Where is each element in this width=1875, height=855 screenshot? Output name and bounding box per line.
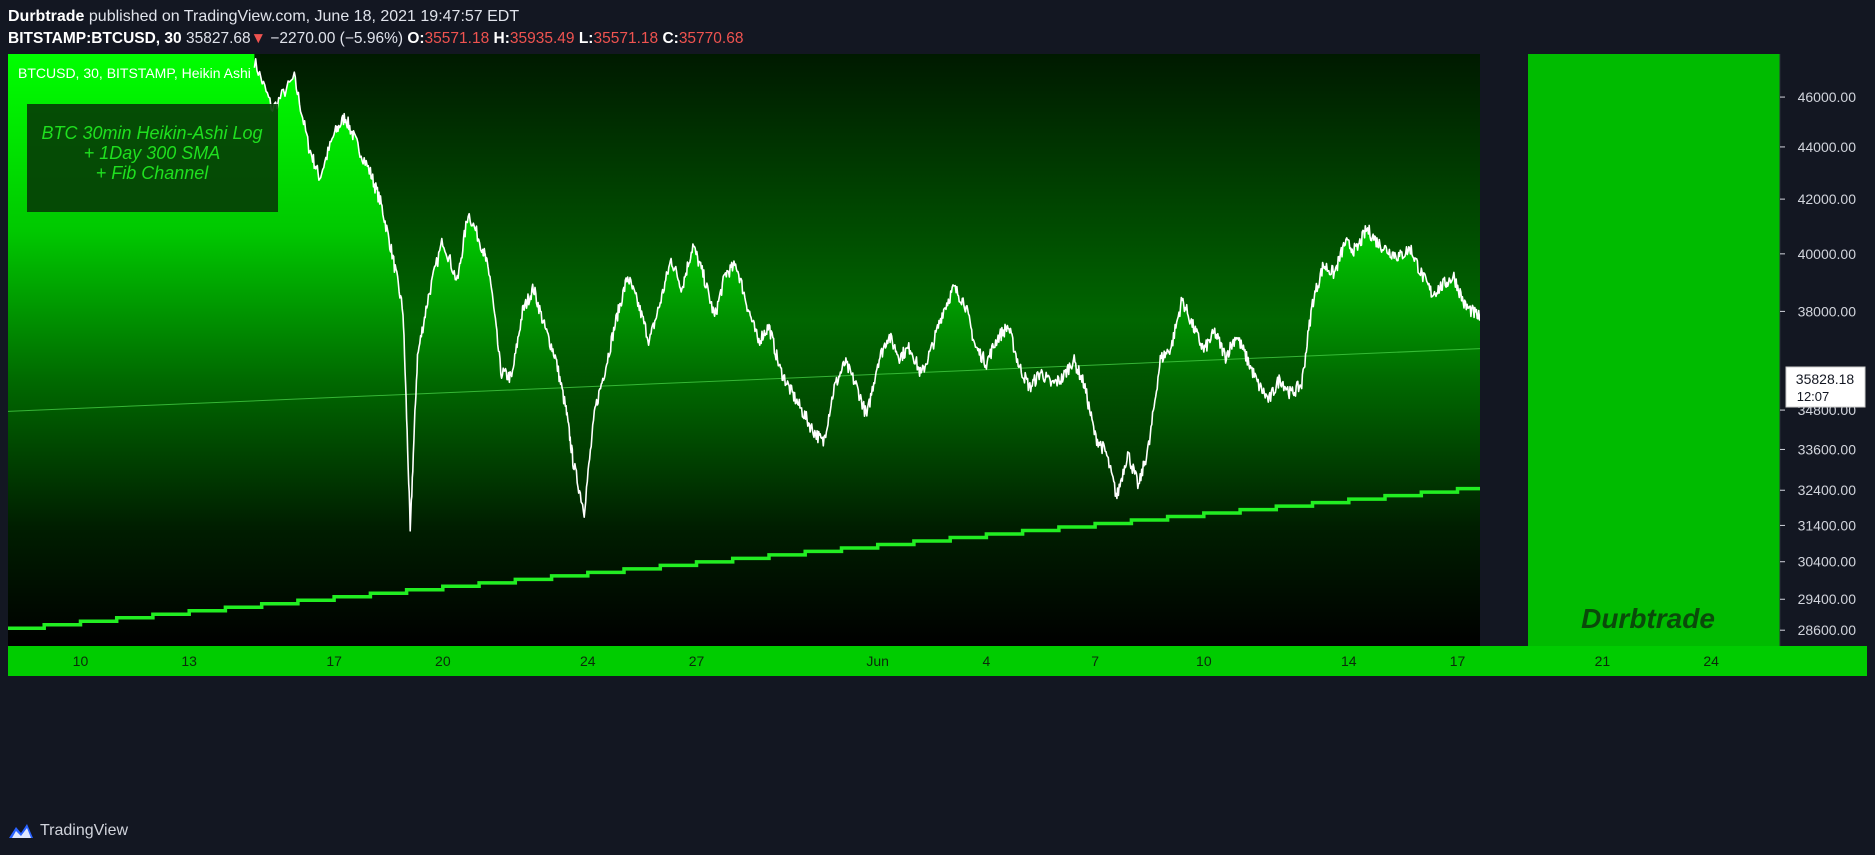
price-chart[interactable]: BTCUSD, 30, BITSTAMP, Heikin Ashi BTC 30… <box>8 54 1867 810</box>
note-line-1: BTC 30min Heikin-Ashi Log <box>41 123 262 143</box>
y-tick-label: 38000.00 <box>1798 303 1857 319</box>
note-box[interactable]: BTC 30min Heikin-Ashi Log + 1Day 300 SMA… <box>27 104 278 212</box>
y-tick-label: 42000.00 <box>1798 191 1857 207</box>
x-tick-label: 21 <box>1595 653 1611 669</box>
y-tick-label: 32400.00 <box>1798 482 1857 498</box>
chart-header: Durbtrade published on TradingView.com, … <box>8 6 743 50</box>
x-tick-label: 24 <box>580 653 596 669</box>
time-axis[interactable] <box>8 646 1780 676</box>
y-tick-label: 33600.00 <box>1798 441 1857 457</box>
x-tick-label: 7 <box>1091 653 1099 669</box>
high-value: 35935.49 <box>509 30 575 47</box>
tradingview-logo-icon <box>9 824 33 838</box>
footer-brand[interactable]: TradingView <box>8 822 128 840</box>
open-value: 35571.18 <box>424 30 490 47</box>
x-tick-label: 17 <box>1450 653 1466 669</box>
close-label: C: <box>662 30 679 47</box>
footer-brand-label: TradingView <box>40 822 129 839</box>
x-tick-label: 27 <box>689 653 705 669</box>
price-tag-countdown: 12:07 <box>1797 389 1830 404</box>
x-tick-label: 13 <box>181 653 197 669</box>
note-line-2: + 1Day 300 SMA <box>84 143 221 163</box>
time-axis-corner <box>1780 646 1867 676</box>
x-tick-label: Jun <box>866 653 889 669</box>
x-tick-label: 24 <box>1703 653 1719 669</box>
symbol-label: BITSTAMP:BTCUSD, 30 <box>8 30 182 47</box>
price-change: −2270.00 (−5.96%) <box>270 30 404 47</box>
publish-info: published on TradingView.com, June 18, 2… <box>88 8 520 25</box>
publish-line: Durbtrade published on TradingView.com, … <box>8 6 743 28</box>
y-tick-label: 31400.00 <box>1798 517 1857 533</box>
x-tick-label: 10 <box>73 653 89 669</box>
x-tick-label: 10 <box>1196 653 1212 669</box>
y-tick-label: 46000.00 <box>1798 89 1857 105</box>
price-tag: 35828.18 12:07 <box>1785 366 1866 408</box>
y-tick-label: 28600.00 <box>1798 622 1857 638</box>
x-tick-label: 20 <box>435 653 451 669</box>
x-tick-label: 17 <box>326 653 342 669</box>
author-name[interactable]: Durbtrade <box>8 8 84 25</box>
note-line-3: + Fib Channel <box>96 163 210 183</box>
future-area <box>1528 54 1780 646</box>
x-tick-label: 4 <box>983 653 991 669</box>
ohlc-line: BITSTAMP:BTCUSD, 30 35827.68▼ −2270.00 (… <box>8 28 743 50</box>
low-value: 35571.18 <box>593 30 659 47</box>
high-label: H: <box>493 30 510 47</box>
y-tick-label: 30400.00 <box>1798 554 1857 570</box>
close-value: 35770.68 <box>678 30 744 47</box>
y-tick-label: 44000.00 <box>1798 139 1857 155</box>
open-label: O: <box>407 30 425 47</box>
down-arrow-icon: ▼ <box>250 30 266 47</box>
y-tick-label: 29400.00 <box>1798 591 1857 607</box>
chart-title: BTCUSD, 30, BITSTAMP, Heikin Ashi <box>18 65 251 81</box>
price-tag-value: 35828.18 <box>1796 371 1855 387</box>
watermark-text: Durbtrade <box>1581 603 1715 634</box>
chart-container[interactable]: BTCUSD, 30, BITSTAMP, Heikin Ashi BTC 30… <box>8 54 1867 810</box>
low-label: L: <box>578 30 594 47</box>
y-tick-label: 40000.00 <box>1798 246 1857 262</box>
last-price: 35827.68 <box>185 30 251 47</box>
x-tick-label: 14 <box>1341 653 1357 669</box>
